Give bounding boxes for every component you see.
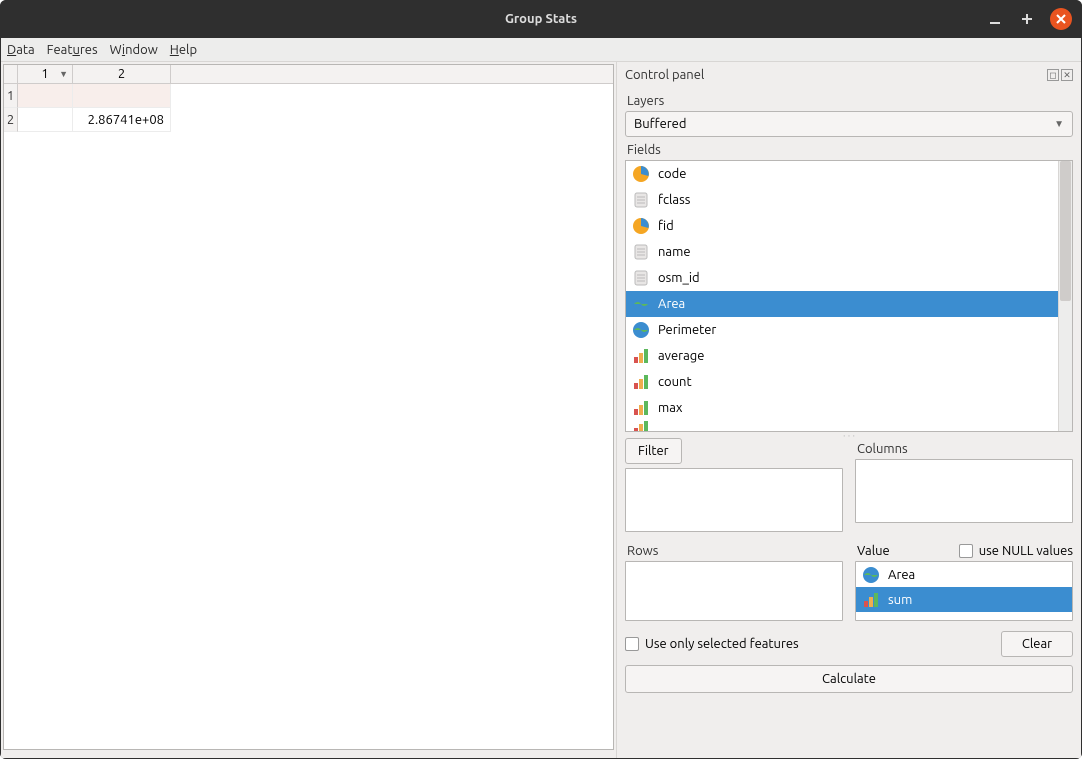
- columns-dropzone[interactable]: [855, 459, 1073, 523]
- value-item-area[interactable]: Area: [856, 562, 1072, 587]
- filter-dropzone[interactable]: [625, 468, 843, 532]
- chevron-down-icon: ▼: [1054, 118, 1064, 130]
- maximize-button[interactable]: [1018, 10, 1036, 28]
- menu-help[interactable]: Help: [170, 43, 197, 57]
- field-item-name[interactable]: name: [626, 239, 1058, 265]
- value-dropzone[interactable]: Area sum: [855, 561, 1073, 621]
- rows-label: Rows: [627, 544, 843, 558]
- menu-features[interactable]: Features: [47, 43, 98, 57]
- globe-icon: [632, 295, 650, 313]
- field-item-average[interactable]: average: [626, 343, 1058, 369]
- columns-label: Columns: [857, 442, 1073, 456]
- filter-button[interactable]: Filter: [625, 438, 682, 464]
- results-table: 1 ▼ 2 1 2: [3, 64, 614, 750]
- globe-icon: [632, 321, 650, 339]
- use-null-checkbox[interactable]: [959, 544, 973, 558]
- results-area: 1 ▼ 2 1 2: [1, 62, 617, 758]
- field-item-area[interactable]: Area: [626, 291, 1058, 317]
- field-item-osmid[interactable]: osm_id: [626, 265, 1058, 291]
- panel-title: Control panel ◻ ✕: [625, 66, 1073, 84]
- fields-list: code fclass fid name: [625, 160, 1073, 432]
- use-selected-label: Use only selected features: [645, 637, 799, 651]
- window-title: Group Stats: [505, 12, 577, 26]
- use-null-label: use NULL values: [979, 544, 1073, 558]
- field-item-fclass[interactable]: fclass: [626, 187, 1058, 213]
- menubar: Data Features Window Help: [1, 38, 1081, 62]
- value-label: Value: [857, 544, 890, 558]
- cell-2-1[interactable]: [18, 108, 73, 132]
- calculate-button[interactable]: Calculate: [625, 665, 1073, 693]
- close-button[interactable]: [1050, 8, 1072, 30]
- table-row: 2 2.86741e+08: [4, 108, 613, 132]
- dock-toggle-icon[interactable]: ◻: [1047, 69, 1059, 81]
- cell-1-2[interactable]: [73, 84, 171, 108]
- field-item-code[interactable]: code: [626, 161, 1058, 187]
- pie-icon: [632, 217, 650, 235]
- rows-dropzone[interactable]: [625, 561, 843, 621]
- table-row: 1: [4, 84, 613, 108]
- sort-indicator-icon: ▼: [59, 69, 68, 79]
- field-item-fid[interactable]: fid: [626, 213, 1058, 239]
- barchart-icon: [632, 421, 650, 431]
- pie-icon: [632, 165, 650, 183]
- barchart-icon: [632, 399, 650, 417]
- window-controls: [986, 8, 1072, 30]
- column-header-2[interactable]: 2: [73, 65, 171, 83]
- table-corner[interactable]: [4, 65, 18, 83]
- value-item-sum[interactable]: sum: [856, 587, 1072, 612]
- titlebar: Group Stats: [0, 0, 1082, 38]
- layers-combo[interactable]: Buffered ▼: [625, 111, 1073, 137]
- globe-icon: [862, 566, 880, 584]
- row-header-1[interactable]: 1: [4, 84, 18, 108]
- content: 1 ▼ 2 1 2: [1, 62, 1081, 758]
- fields-scrollbar[interactable]: [1058, 161, 1072, 431]
- clear-button[interactable]: Clear: [1001, 631, 1073, 657]
- document-icon: [632, 191, 650, 209]
- menu-data[interactable]: Data: [7, 43, 35, 57]
- cell-1-1[interactable]: [18, 84, 73, 108]
- client-area: Data Features Window Help 1 ▼ 2: [0, 38, 1082, 759]
- menu-window[interactable]: Window: [110, 43, 158, 57]
- document-icon: [632, 243, 650, 261]
- app-window: Group Stats Data Features Window Help: [0, 0, 1082, 759]
- barchart-icon: [632, 347, 650, 365]
- cell-2-2[interactable]: 2.86741e+08: [73, 108, 171, 132]
- table-body: 1 2 2.86741e+08: [4, 84, 613, 749]
- row-header-2[interactable]: 2: [4, 108, 18, 132]
- layers-label: Layers: [627, 94, 1073, 108]
- column-headers: 1 ▼ 2: [4, 65, 613, 84]
- barchart-icon: [862, 591, 880, 609]
- scrollbar-thumb[interactable]: [1060, 161, 1071, 301]
- control-panel: Control panel ◻ ✕ Layers Buffered ▼ Fiel…: [617, 62, 1081, 758]
- document-icon: [632, 269, 650, 287]
- column-header-1[interactable]: 1 ▼: [18, 65, 73, 83]
- field-item-partial[interactable]: [626, 421, 1058, 431]
- fields-label: Fields: [627, 143, 1073, 157]
- panel-close-icon[interactable]: ✕: [1061, 69, 1073, 81]
- minimize-button[interactable]: [986, 10, 1004, 28]
- field-item-max[interactable]: max: [626, 395, 1058, 421]
- field-item-perimeter[interactable]: Perimeter: [626, 317, 1058, 343]
- barchart-icon: [632, 373, 650, 391]
- layers-value: Buffered: [634, 117, 686, 131]
- field-item-count[interactable]: count: [626, 369, 1058, 395]
- use-selected-checkbox[interactable]: [625, 637, 639, 651]
